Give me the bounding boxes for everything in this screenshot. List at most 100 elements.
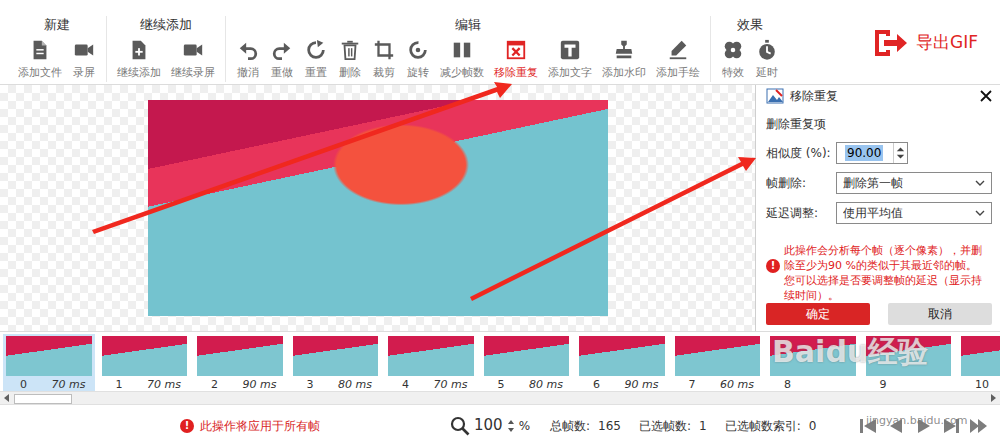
frame-item[interactable]: 070 ms [3,334,95,391]
frame-thumbnail [675,336,761,376]
toolbar-button[interactable]: 删除 [334,38,366,80]
frame-item[interactable]: 6 90 ms [576,334,668,391]
scroll-left-icon[interactable] [0,392,14,404]
play-icon[interactable] [912,415,934,437]
similarity-input[interactable]: 90.00 [836,142,908,164]
spinner-icon[interactable] [893,143,907,163]
frame-index: 3 [307,377,314,391]
frame-delay: 70 ms [434,377,468,391]
frame-caption: 290 ms [197,376,283,391]
field-row: 相似度 (%):90.00 [766,141,992,165]
frame-item[interactable]: 380 ms [290,334,382,391]
toolbar-label: 删除 [339,66,361,80]
toolbar-label: 录屏 [73,66,95,80]
group-title: 继续添加 [140,16,192,34]
toolbar-button[interactable]: 添加文字 [544,38,596,80]
frame-delay: 70 ms [147,377,181,391]
toolbar-button[interactable]: 旋转 [402,38,434,80]
frame-caption: 070 ms [6,376,92,391]
undo-icon [236,38,260,62]
next-frame-icon[interactable] [940,415,962,437]
scroll-right-icon[interactable] [986,392,1000,404]
toolbar-button[interactable]: 继续添加 [113,38,165,80]
export-button[interactable]: 导出GIF [872,27,978,59]
frame-thumbnail [866,336,952,376]
toolbar-button[interactable]: 减少帧数 [436,38,488,80]
frame-thumbnail [102,336,188,376]
dropdown[interactable]: 使用平均值 [836,202,992,224]
ok-button[interactable]: 确定 [766,303,870,325]
stat-label: 已选帧数索引: [725,417,801,435]
remove-duplicates-icon [504,38,528,62]
continue-record-icon [181,38,205,62]
add-file-icon [28,38,52,62]
toolbar-button[interactable]: 添加手绘 [652,38,704,80]
toolbar-button[interactable]: 延时 [751,38,783,80]
frame-item[interactable]: 290 ms [194,334,286,391]
frame-item[interactable]: 170 ms [99,334,191,391]
frame-index: 6 [593,377,600,391]
delay-icon [755,38,779,62]
watermark-url: jingyan.baidu.com [866,413,968,430]
panel-header: 移除重复 [766,85,992,107]
zoom-value[interactable]: 100 [474,414,503,437]
toolbar-button[interactable]: 裁剪 [368,38,400,80]
frame-delay: 90 ms [243,377,277,391]
frame-item[interactable]: 760 ms [672,334,764,391]
first-frame-icon[interactable] [856,415,878,437]
cancel-button[interactable]: 取消 [888,303,992,325]
toolbar-button[interactable]: 继续录屏 [167,38,219,80]
toolbar-row: 添加文件录屏 [14,38,100,80]
frame-delay: 90 ms [625,377,659,391]
panel-title: 移除重复 [790,87,838,105]
frame-index: 8 [784,377,791,391]
toolbar-label: 添加文件 [18,66,62,80]
panel-app-icon [766,88,784,104]
frame-caption: 9 [866,376,952,391]
frame-item[interactable]: 580 ms [481,334,573,391]
frame-caption: 380 ms [293,376,379,391]
toolbar-button[interactable]: 添加文件 [14,38,66,80]
last-frame-icon[interactable] [968,415,990,437]
toolbar-button[interactable]: 移除重复 [490,38,542,80]
frame-thumbnail [961,336,1000,376]
info-message: !此操作会分析每个帧（逐个像素），并删除至少为90 %的类似于其最近邻的帧。您可… [766,243,992,303]
previous-frame-icon[interactable] [884,415,906,437]
toolbar-group: 新建添加文件录屏 [8,16,107,82]
toolbar-label: 添加水印 [602,66,646,80]
toolbar-button[interactable]: 重置 [300,38,332,80]
magnifier-icon [450,416,470,436]
strip-scrollbar[interactable] [0,391,1000,405]
frame-thumbnail [388,336,474,376]
toolbar-button[interactable]: 特效 [717,38,749,80]
frame-item[interactable]: 8 [767,334,859,391]
group-title: 编辑 [455,16,481,34]
toolbar: 新建添加文件录屏继续添加继续添加继续录屏编辑撤消重做重置删除裁剪旋转减少帧数移除… [0,0,1000,85]
arrow-to-field [470,157,756,301]
toolbar-button[interactable]: 重做 [266,38,298,80]
toolbar-label: 重做 [271,66,293,80]
frame-thumbnail [197,336,283,376]
remove-duplicates-panel: 移除重复删除重复项相似度 (%):90.00帧删除:删除第一帧延迟调整:使用平均… [755,85,1000,331]
toolbar-button[interactable]: 添加水印 [598,38,650,80]
frame-index: 5 [498,377,505,391]
frame-strip: 070 ms 170 ms 290 ms 380 ms 470 ms 580 ms 6 90 … [0,331,1000,391]
stat-value: 0 [809,417,817,435]
frame-caption: 580 ms [484,376,570,391]
zoom-spinner-icon[interactable] [507,418,515,434]
arrow-to-toolbar [92,82,512,234]
frame-item[interactable]: 470 ms [385,334,477,391]
warning-icon: ! [766,259,780,273]
frame-item[interactable]: 9 [863,334,955,391]
redo-icon [270,38,294,62]
toolbar-button[interactable]: 录屏 [68,38,100,80]
dropdown[interactable]: 删除第一帧 [836,172,992,194]
frame-caption: 8 [770,376,856,391]
close-icon[interactable] [980,90,992,102]
scroll-thumb[interactable] [14,394,72,404]
zoom-control[interactable]: 100% [450,414,530,437]
frame-item[interactable]: 10 [958,334,1000,391]
frame-index: 10 [975,377,989,391]
field-label: 相似度 (%): [766,144,836,162]
toolbar-button[interactable]: 撤消 [232,38,264,80]
